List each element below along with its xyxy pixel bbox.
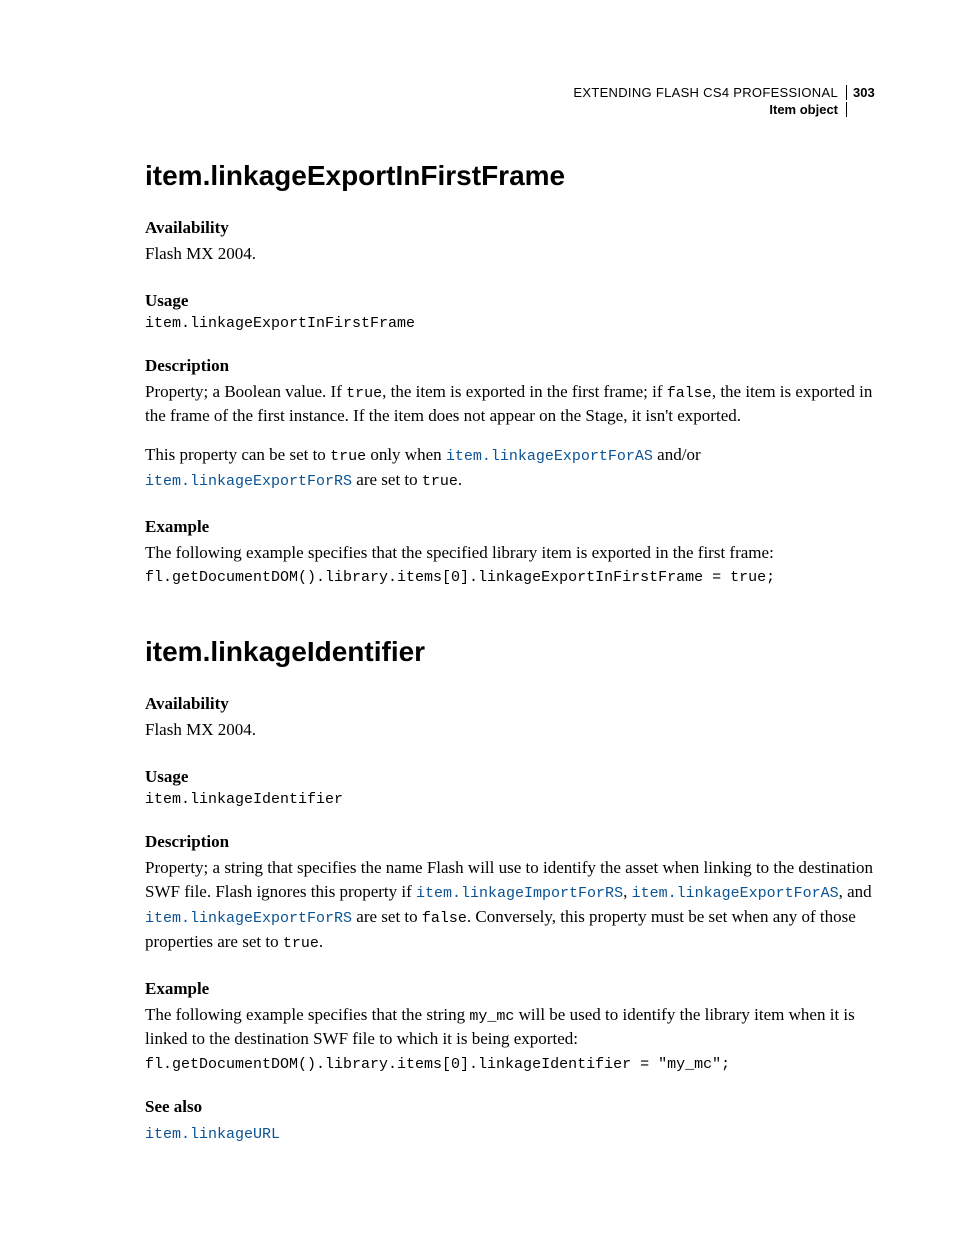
text-run: . (319, 932, 323, 951)
seealso-body: item.linkageURL (145, 1121, 879, 1146)
code-true: true (346, 385, 382, 402)
availability-body: Flash MX 2004. (145, 718, 879, 743)
description-para: Property; a string that specifies the na… (145, 856, 879, 955)
example-heading: Example (145, 517, 879, 537)
text-run: . (458, 470, 462, 489)
page: EXTENDING FLASH CS4 PROFESSIONAL303 Item… (0, 0, 954, 1235)
text-run: and/or (653, 445, 701, 464)
text-run: , the item is exported in the first fram… (382, 382, 667, 401)
description-para-2: This property can be set to true only wh… (145, 443, 879, 493)
availability-body: Flash MX 2004. (145, 242, 879, 267)
description-heading: Description (145, 832, 879, 852)
availability-heading: Availability (145, 218, 879, 238)
example-intro: The following example specifies that the… (145, 541, 879, 566)
example-heading: Example (145, 979, 879, 999)
text-run: , and (839, 882, 872, 901)
example-code: fl.getDocumentDOM().library.items[0].lin… (145, 569, 879, 586)
text-run: are set to (352, 907, 422, 926)
code-true: true (422, 473, 458, 490)
link-linkageExportForAS[interactable]: item.linkageExportForAS (446, 448, 653, 465)
text-run: only when (366, 445, 446, 464)
book-title: EXTENDING FLASH CS4 PROFESSIONAL (573, 85, 847, 100)
link-linkageURL[interactable]: item.linkageURL (145, 1126, 280, 1143)
availability-heading: Availability (145, 694, 879, 714)
code-false: false (422, 910, 467, 927)
code-true: true (283, 935, 319, 952)
text-run: Property; a Boolean value. If (145, 382, 346, 401)
text-run: The following example specifies that the… (145, 1005, 469, 1024)
description-heading: Description (145, 356, 879, 376)
text-run: , (623, 882, 632, 901)
running-header: EXTENDING FLASH CS4 PROFESSIONAL303 Item… (573, 85, 879, 119)
page-number: 303 (847, 85, 879, 102)
link-linkageExportForRS[interactable]: item.linkageExportForRS (145, 910, 352, 927)
example-code: fl.getDocumentDOM().library.items[0].lin… (145, 1056, 879, 1073)
link-linkageExportForRS[interactable]: item.linkageExportForRS (145, 473, 352, 490)
code-my-mc: my_mc (469, 1008, 514, 1025)
chapter-title: Item object (769, 102, 847, 117)
section-heading-linkageExportInFirstFrame: item.linkageExportInFirstFrame (145, 160, 879, 192)
text-run: This property can be set to (145, 445, 330, 464)
usage-heading: Usage (145, 767, 879, 787)
usage-heading: Usage (145, 291, 879, 311)
usage-code: item.linkageIdentifier (145, 791, 879, 808)
link-linkageImportForRS[interactable]: item.linkageImportForRS (416, 885, 623, 902)
seealso-heading: See also (145, 1097, 879, 1117)
description-para-1: Property; a Boolean value. If true, the … (145, 380, 879, 429)
link-linkageExportForAS[interactable]: item.linkageExportForAS (632, 885, 839, 902)
page-content: item.linkageExportInFirstFrame Availabil… (145, 85, 879, 1146)
example-intro: The following example specifies that the… (145, 1003, 879, 1052)
section-heading-linkageIdentifier: item.linkageIdentifier (145, 636, 879, 668)
code-false: false (667, 385, 712, 402)
code-true: true (330, 448, 366, 465)
text-run: are set to (352, 470, 422, 489)
usage-code: item.linkageExportInFirstFrame (145, 315, 879, 332)
